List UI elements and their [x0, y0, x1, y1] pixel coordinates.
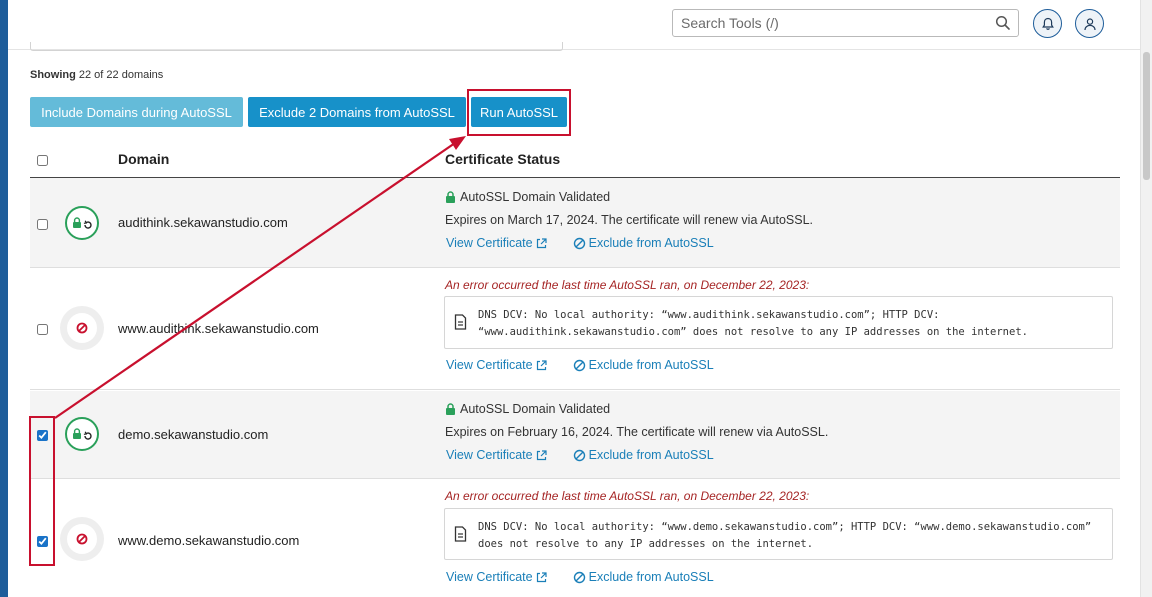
column-header-domain[interactable]: Domain: [118, 151, 169, 167]
column-header-status[interactable]: Certificate Status: [445, 151, 560, 167]
row-actions: View Certificate Exclude from AutoSSL: [446, 570, 714, 584]
exclude-link-label[interactable]: Exclude from AutoSSL: [589, 358, 714, 372]
error-log-box: DNS DCV: No local authority: “www.demo.s…: [444, 508, 1113, 560]
showing-count: 22 of 22 domains: [78, 69, 164, 81]
search-icon[interactable]: [995, 15, 1011, 31]
error-log-text: DNS DCV: No local authority: “www.audith…: [478, 309, 1028, 338]
user-icon: [1083, 17, 1096, 30]
row-checkbox-wrap[interactable]: [37, 217, 48, 230]
exclude-from-autossl-link[interactable]: Exclude from AutoSSL: [573, 448, 714, 462]
ban-icon: [573, 237, 585, 249]
error-message: An error occurred the last time AutoSSL …: [445, 489, 810, 503]
status-error-indicator: [60, 306, 104, 350]
document-icon: [454, 314, 467, 330]
notifications-button[interactable]: [1033, 9, 1062, 38]
status-valid-indicator: [65, 206, 99, 240]
table-row: www.audithink.sekawanstudio.com An error…: [30, 269, 1120, 390]
external-link-icon: [536, 449, 547, 460]
domain-name: demo.sekawanstudio.com: [118, 427, 269, 442]
expiry-text: Expires on February 16, 2024. The certif…: [445, 425, 829, 439]
status-error-inner: [67, 313, 97, 343]
view-certificate-label[interactable]: View Certificate: [446, 448, 533, 462]
error-log-box: DNS DCV: No local authority: “www.audith…: [444, 296, 1113, 349]
row-actions: View Certificate Exclude from AutoSSL: [446, 448, 714, 462]
status-text: AutoSSL Domain Validated: [460, 190, 611, 204]
expiry-text: Expires on March 17, 2024. The certifica…: [445, 213, 814, 227]
showing-label: Showing: [30, 69, 76, 81]
view-certificate-label[interactable]: View Certificate: [446, 358, 533, 372]
exclude-link-label[interactable]: Exclude from AutoSSL: [589, 570, 714, 584]
lock-refresh-icon: [73, 217, 92, 229]
exclude-from-autossl-link[interactable]: Exclude from AutoSSL: [573, 358, 714, 372]
lock-icon: [446, 191, 455, 203]
left-nav-edge: [0, 0, 8, 597]
external-link-icon: [536, 571, 547, 582]
external-link-icon: [536, 237, 547, 248]
view-certificate-link[interactable]: View Certificate: [446, 358, 547, 372]
row-checkbox[interactable]: [37, 219, 48, 230]
domain-name: audithink.sekawanstudio.com: [118, 215, 288, 230]
error-message: An error occurred the last time AutoSSL …: [445, 278, 810, 292]
exclude-link-label[interactable]: Exclude from AutoSSL: [589, 448, 714, 462]
row-actions: View Certificate Exclude from AutoSSL: [446, 358, 714, 372]
search-tools-box[interactable]: [672, 9, 1019, 37]
view-certificate-link[interactable]: View Certificate: [446, 570, 547, 584]
domain-name: www.audithink.sekawanstudio.com: [118, 321, 319, 336]
view-certificate-link[interactable]: View Certificate: [446, 448, 547, 462]
select-all-checkbox-wrap[interactable]: [37, 153, 48, 171]
status-error-indicator: [60, 517, 104, 561]
exclude-link-label[interactable]: Exclude from AutoSSL: [589, 236, 714, 250]
ban-icon: [573, 449, 585, 461]
account-button[interactable]: [1075, 9, 1104, 38]
no-entry-icon: [76, 533, 88, 545]
bell-icon: [1041, 17, 1054, 30]
search-input[interactable]: [673, 10, 973, 36]
exclude-domains-button[interactable]: Exclude 2 Domains from AutoSSL: [248, 97, 466, 127]
view-certificate-label[interactable]: View Certificate: [446, 236, 533, 250]
status-valid-indicator: [65, 417, 99, 451]
exclude-from-autossl-link[interactable]: Exclude from AutoSSL: [573, 236, 714, 250]
table-row: www.demo.sekawanstudio.com An error occu…: [30, 480, 1120, 597]
table-row: demo.sekawanstudio.com AutoSSL Domain Va…: [30, 391, 1120, 479]
include-domains-button[interactable]: Include Domains during AutoSSL: [30, 97, 243, 127]
document-icon: [454, 526, 467, 542]
status-error-inner: [67, 524, 97, 554]
certificate-status: AutoSSL Domain Validated: [445, 402, 610, 416]
external-link-icon: [536, 359, 547, 370]
vertical-scrollbar[interactable]: [1140, 0, 1152, 597]
ban-icon: [573, 359, 585, 371]
domain-name: www.demo.sekawanstudio.com: [118, 533, 300, 548]
certificate-status: AutoSSL Domain Validated: [445, 190, 610, 204]
exclude-from-autossl-link[interactable]: Exclude from AutoSSL: [573, 570, 714, 584]
lock-icon: [446, 403, 455, 415]
no-entry-icon: [76, 322, 88, 334]
row-checkbox-wrap[interactable]: [37, 322, 48, 335]
row-actions: View Certificate Exclude from AutoSSL: [446, 236, 714, 250]
view-certificate-link[interactable]: View Certificate: [446, 236, 547, 250]
error-log-text: DNS DCV: No local authority: “www.demo.s…: [478, 521, 1098, 550]
view-certificate-label[interactable]: View Certificate: [446, 570, 533, 584]
status-text: AutoSSL Domain Validated: [460, 402, 611, 416]
selected-checkboxes-highlight: [29, 416, 55, 566]
ban-icon: [573, 571, 585, 583]
domain-count: Showing 22 of 22 domains: [30, 69, 163, 81]
table-row: audithink.sekawanstudio.com AutoSSL Doma…: [30, 178, 1120, 268]
filter-bar-remnant: [30, 42, 563, 51]
row-checkbox[interactable]: [37, 324, 48, 335]
run-autossl-highlight: [467, 89, 571, 136]
scrollbar-thumb[interactable]: [1143, 52, 1150, 180]
select-all-checkbox[interactable]: [37, 155, 48, 166]
lock-refresh-icon: [73, 428, 92, 440]
